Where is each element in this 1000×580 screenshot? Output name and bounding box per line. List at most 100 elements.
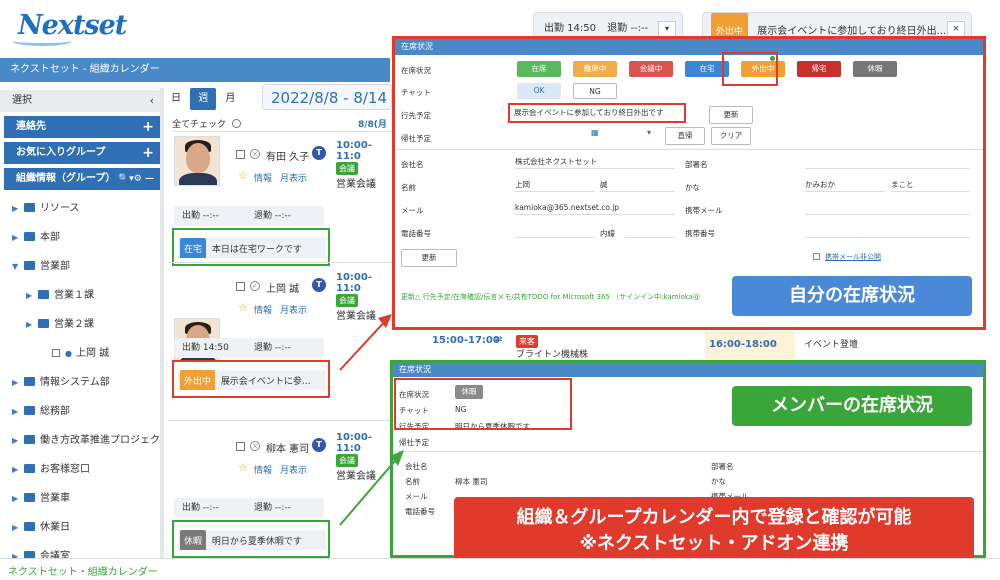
direct-return-button[interactable]: 直帰 — [665, 127, 705, 145]
tree-item[interactable]: ▶ 働き方改革推進プロジェク — [0, 426, 160, 455]
member-status-box[interactable]: 休暇 明日から夏季休暇です — [172, 520, 330, 558]
view-week-button[interactable]: 週 — [190, 88, 217, 110]
chevron-down-icon[interactable]: ▾ — [647, 128, 651, 137]
chevron-right-icon[interactable]: ▶ — [12, 513, 18, 542]
month-view-link[interactable]: 月表示 — [280, 171, 307, 184]
check-all-row: 全てチェック 8/8(月 — [172, 118, 397, 132]
tree-item[interactable]: ▶ 休業日 — [0, 513, 160, 542]
star-icon[interactable]: ☆ — [238, 461, 248, 474]
member-status-badge: 休暇 — [180, 530, 207, 550]
calendar-icon[interactable]: ▦ — [591, 128, 603, 138]
sidebar-contacts[interactable]: 連絡先 + — [4, 116, 160, 138]
teams-icon[interactable]: T — [312, 438, 326, 452]
member-checkbox[interactable] — [236, 282, 245, 291]
member-checkin: 出勤 --:-- — [182, 503, 219, 513]
checkout-time: 退勤 --:-- — [607, 23, 649, 34]
chevron-right-icon[interactable]: ▶ — [12, 455, 18, 484]
status-button[interactable]: 帰宅 — [797, 61, 841, 77]
chevron-left-icon[interactable]: ‹ — [150, 90, 154, 112]
event-badge: 会議 — [336, 294, 358, 307]
sidebar-favorites[interactable]: お気に入りグループ + — [4, 142, 160, 164]
event-speech[interactable]: イベント登壇 — [800, 331, 885, 353]
tree-item[interactable]: ▶ 本部 — [0, 223, 160, 252]
chevron-right-icon[interactable]: ▶ — [12, 397, 18, 426]
member-checkbox[interactable] — [236, 442, 245, 451]
smile-icon[interactable] — [231, 119, 241, 128]
tree-item[interactable]: ● 上岡 誠 — [0, 339, 160, 368]
member-name[interactable]: 上岡 誠 — [266, 280, 299, 295]
hide-mobile-label[interactable]: 携帯メール非公開 — [825, 252, 881, 262]
tree-item[interactable]: ▶ 営業２課 — [0, 310, 160, 339]
plus-icon[interactable]: + — [142, 116, 154, 138]
chevron-right-icon[interactable]: ▶ — [12, 426, 18, 455]
org-tree: ▶ リソース ▶ 本部 ▼ 営業部 ▶ 営業１課 ▶ 営業２課 ● 上岡 誠 ▶ 情報システム部 ▶ 総務部 ▶… — [0, 194, 160, 571]
status-button[interactable]: 会議中 — [629, 61, 673, 77]
chevron-right-icon[interactable]: ▶ — [12, 484, 18, 513]
folder-icon — [38, 319, 49, 328]
star-icon[interactable]: ☆ — [238, 301, 248, 314]
chat-ok-button[interactable]: OK — [517, 83, 561, 99]
status-button[interactable]: 在席 — [517, 61, 561, 77]
info-link[interactable]: 情報 — [254, 171, 272, 184]
info-link[interactable]: 情報 — [254, 463, 272, 476]
chevron-right-icon[interactable]: ▶ — [26, 281, 32, 310]
member-name[interactable]: 有田 久子 — [266, 148, 309, 163]
view-day-button[interactable]: 日 — [165, 89, 187, 111]
month-view-link[interactable]: 月表示 — [280, 303, 307, 316]
update-profile-button[interactable]: 更新 — [401, 249, 457, 267]
month-view-link[interactable]: 月表示 — [280, 463, 307, 476]
member-name[interactable]: 柳本 憲司 — [266, 440, 309, 455]
tree-item[interactable]: ▶ 総務部 — [0, 397, 160, 426]
destination-input[interactable]: 展示会イベントに参加しており終日外出です — [508, 103, 686, 123]
view-month-button[interactable]: 月 — [219, 89, 242, 111]
label-company: 会社名 — [401, 160, 424, 169]
person-checkbox[interactable] — [52, 349, 60, 357]
info-link[interactable]: 情報 — [254, 303, 272, 316]
sidebar-org[interactable]: 組織情報（グループ） 🔍▾⚙ — — [4, 168, 160, 190]
tree-item[interactable]: ▶ 営業１課 — [0, 281, 160, 310]
label-return: 帰社予定 — [401, 134, 431, 143]
chevron-right-icon[interactable]: ▶ — [26, 310, 32, 339]
sidebar-select[interactable]: 選択 ‹ — [0, 90, 160, 112]
tree-item[interactable]: ▶ 情報システム部 — [0, 368, 160, 397]
event-meeting[interactable]: 10:00-11:0 会議 営業会議 — [336, 272, 396, 322]
event-speech-slot[interactable]: 16:00-18:00 — [705, 331, 795, 359]
hide-mobile-checkbox[interactable] — [813, 253, 820, 260]
label-extension: 内線 — [600, 229, 615, 238]
teams-icon[interactable]: T — [312, 146, 326, 160]
tree-item[interactable]: ▶ お客様窓口 — [0, 455, 160, 484]
event-meeting[interactable]: 10:00-11:0 会議 営業会議 — [336, 432, 396, 482]
member-status-box[interactable]: 在宅 本日は在宅ワークです — [172, 228, 330, 266]
chevron-right-icon[interactable]: ▶ — [12, 368, 18, 397]
chevron-down-icon[interactable]: ▼ — [12, 252, 18, 281]
tree-item[interactable]: ▶ 営業車 — [0, 484, 160, 513]
event-meeting[interactable]: 10:00-11:0 会議 営業会議 — [336, 140, 396, 190]
member-status-box[interactable]: 外出中 展示会イベントに参... — [172, 360, 330, 398]
tree-item[interactable]: ▶ リソース — [0, 194, 160, 223]
date-range[interactable]: 2022/8/8 - 8/14 ( — [262, 84, 392, 110]
app-title-bar: ネクストセット - 組織カレンダー — [0, 58, 390, 82]
event-client-visit[interactable]: 15:00-17:00 ⇄ 来客 ブライトン機械株 — [420, 331, 600, 360]
chat-ng-button[interactable]: NG — [573, 83, 617, 99]
teams-icon[interactable]: T — [312, 278, 326, 292]
event-time: 10:00-11:0 — [336, 140, 372, 162]
star-icon[interactable]: ☆ — [238, 169, 248, 182]
tree-item-label: 働き方改革推進プロジェク — [40, 435, 160, 446]
sidebar-splitter[interactable] — [160, 88, 164, 558]
plus-icon[interactable]: + — [142, 142, 154, 164]
clear-button[interactable]: クリア — [711, 127, 751, 145]
member-checkout: 退勤 --:-- — [254, 503, 291, 513]
close-icon[interactable]: × — [947, 21, 965, 37]
search-gear-minus-icons[interactable]: 🔍▾⚙ — — [118, 168, 154, 190]
chevron-right-icon[interactable]: ▶ — [12, 223, 18, 252]
chevron-right-icon[interactable]: ▶ — [12, 194, 18, 223]
update-destination-button[interactable]: 更新 — [709, 106, 753, 124]
panel-title: 在席状況 — [393, 363, 983, 377]
check-all-label[interactable]: 全てチェック — [172, 120, 226, 130]
status-button[interactable]: 休暇 — [853, 61, 897, 77]
tree-item[interactable]: ▼ 営業部 — [0, 252, 160, 281]
tree-item-label: 本部 — [40, 232, 60, 243]
status-button[interactable]: 離席中 — [573, 61, 617, 77]
member-checkbox[interactable] — [236, 150, 245, 159]
chevron-down-icon[interactable]: ▾ — [658, 21, 676, 37]
